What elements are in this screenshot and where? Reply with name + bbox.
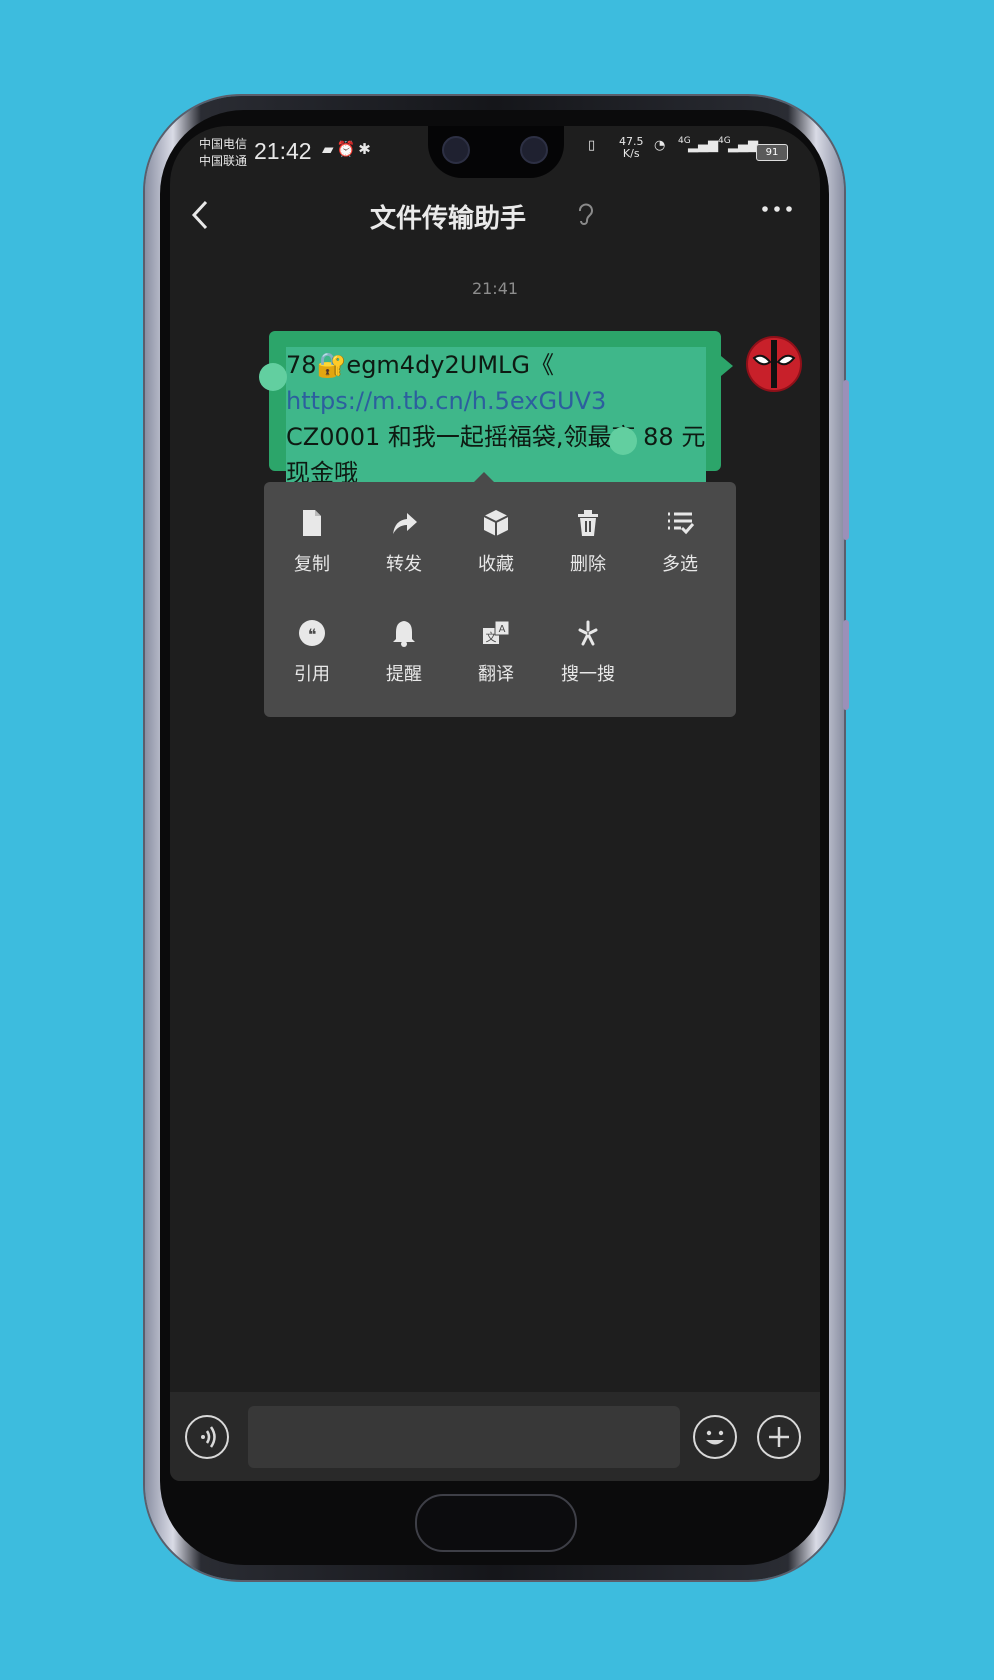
selection-end-handle[interactable] bbox=[609, 427, 637, 455]
status-icons: ▰⏰✱ bbox=[322, 140, 374, 158]
translate-icon: 文A bbox=[450, 618, 542, 652]
volume-button bbox=[843, 380, 849, 540]
menu-item-label: 多选 bbox=[662, 554, 698, 575]
menu-item-label: 引用 bbox=[294, 664, 330, 685]
voice-button[interactable] bbox=[185, 1415, 229, 1459]
plus-button[interactable] bbox=[757, 1415, 801, 1459]
more-button[interactable] bbox=[760, 192, 794, 233]
message-link[interactable]: https://m.tb.cn/h.5exGUV3 bbox=[286, 387, 606, 415]
carrier-2: 中国联通 bbox=[199, 154, 248, 168]
menu-item-label: 翻译 bbox=[478, 664, 514, 685]
menu-item-translate[interactable]: 文A 翻译 bbox=[450, 618, 542, 686]
trash-icon bbox=[542, 508, 634, 542]
signal-bars-icon: ▂▄▆ bbox=[728, 138, 758, 153]
signal-bars-icon: ▂▄▆ bbox=[688, 138, 718, 153]
battery-icon: 91 bbox=[756, 144, 788, 161]
net-speed-unit: K/s bbox=[622, 147, 640, 160]
screen: 中国电信 中国联通 21:42 ▰⏰✱ ▯ 47.5 K/s ◔ 4G ▂▄▆ … bbox=[170, 126, 820, 1481]
menu-item-remind[interactable]: 提醒 bbox=[358, 618, 450, 686]
message-input[interactable] bbox=[248, 1406, 680, 1468]
menu-item-label: 搜一搜 bbox=[561, 664, 615, 685]
voice-icon bbox=[201, 1426, 216, 1448]
front-camera-icon bbox=[520, 136, 548, 164]
menu-arrow bbox=[474, 472, 494, 482]
deadpool-mask-icon bbox=[752, 340, 796, 388]
menu-item-favorite[interactable]: 收藏 bbox=[450, 508, 542, 576]
multi-select-icon bbox=[634, 508, 726, 542]
menu-item-multiselect[interactable]: 多选 bbox=[634, 508, 726, 576]
svg-text:❝: ❝ bbox=[308, 625, 317, 644]
input-bar bbox=[170, 1392, 820, 1481]
context-menu: 复制 转发 收藏 删除 多选 ❝ 引用 提醒 文A 翻译 搜一搜 bbox=[264, 482, 736, 717]
status-bar: 中国电信 中国联通 21:42 ▰⏰✱ ▯ 47.5 K/s ◔ 4G ▂▄▆ … bbox=[170, 126, 820, 182]
menu-item-label: 转发 bbox=[386, 554, 422, 575]
avatar[interactable] bbox=[746, 336, 802, 392]
quote-icon: ❝ bbox=[266, 618, 358, 652]
front-camera-icon bbox=[442, 136, 470, 164]
menu-item-label: 收藏 bbox=[478, 554, 514, 575]
message-text-part1: 78🔐egm4dy2UMLG《 bbox=[286, 351, 555, 379]
menu-item-label: 提醒 bbox=[386, 664, 422, 685]
search-sparkle-icon bbox=[542, 618, 634, 652]
svg-text:A: A bbox=[499, 624, 506, 635]
carrier-labels: 中国电信 中国联通 bbox=[199, 136, 247, 170]
power-button bbox=[843, 620, 849, 710]
net-speed: 47.5 K/s bbox=[619, 136, 644, 160]
forward-icon bbox=[358, 508, 450, 542]
message-timestamp: 21:41 bbox=[471, 279, 519, 298]
more-dots-icon bbox=[762, 206, 792, 212]
bubble-tail bbox=[721, 356, 733, 376]
menu-item-copy[interactable]: 复制 bbox=[266, 508, 358, 576]
menu-item-quote[interactable]: ❝ 引用 bbox=[266, 618, 358, 686]
video-icon: ▰ bbox=[322, 140, 337, 158]
back-button[interactable] bbox=[190, 198, 212, 241]
cube-icon bbox=[450, 508, 542, 542]
menu-item-label: 复制 bbox=[294, 554, 330, 575]
menu-item-label: 删除 bbox=[570, 554, 606, 575]
menu-item-delete[interactable]: 删除 bbox=[542, 508, 634, 576]
menu-item-search[interactable]: 搜一搜 bbox=[542, 618, 634, 686]
home-button[interactable] bbox=[415, 1494, 577, 1552]
status-clock: 21:42 bbox=[254, 138, 312, 164]
emoji-button[interactable] bbox=[693, 1415, 737, 1459]
ear-mode-icon bbox=[576, 203, 594, 232]
emoji-icon bbox=[706, 1430, 724, 1445]
chevron-left-icon bbox=[191, 200, 208, 230]
page-title: 文件传输助手 bbox=[370, 204, 527, 234]
vibrate-icon: ▯ bbox=[588, 138, 596, 153]
message-text[interactable]: 78🔐egm4dy2UMLG《 https://m.tb.cn/h.5exGUV… bbox=[286, 347, 706, 491]
carrier-1: 中国电信 bbox=[199, 137, 248, 151]
alarm-icon: ⏰ bbox=[336, 140, 359, 158]
menu-item-forward[interactable]: 转发 bbox=[358, 508, 450, 576]
message-text-part2: CZ0001 和我一起摇福袋,领最高 88 元现金哦 bbox=[286, 423, 706, 487]
selection-start-handle[interactable] bbox=[259, 363, 287, 391]
plus-icon bbox=[769, 1427, 789, 1447]
document-icon bbox=[266, 508, 358, 542]
camera-notch bbox=[428, 126, 564, 178]
wifi-icon: ◔ bbox=[654, 138, 666, 153]
bell-icon bbox=[358, 618, 450, 652]
bluetooth-icon: ✱ bbox=[358, 140, 374, 158]
